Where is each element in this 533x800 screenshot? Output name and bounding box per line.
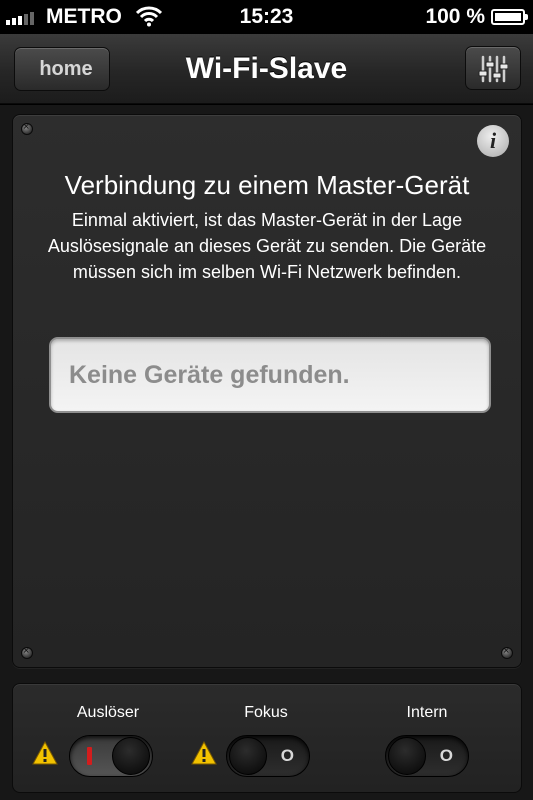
device-list-empty-text: Keine Geräte gefunden. — [69, 360, 350, 389]
trigger-controls: Auslöser Fokus O Intern O — [12, 683, 522, 793]
intern-toggle[interactable]: O — [385, 735, 469, 777]
page-title: Wi-Fi-Slave — [185, 52, 348, 85]
intern-label: Intern — [406, 704, 448, 721]
sliders-icon — [478, 55, 508, 83]
screw-icon — [21, 121, 33, 135]
info-icon[interactable]: i — [477, 125, 509, 157]
settings-button[interactable] — [465, 46, 521, 90]
screw-icon — [501, 645, 513, 659]
wifi-slave-panel: i Verbindung zu einem Master-Gerät Einma… — [12, 114, 522, 668]
toggle-knob — [112, 737, 150, 775]
device-list[interactable]: Keine Geräte gefunden. — [49, 337, 491, 413]
panel-description: Einmal aktiviert, ist das Master-Gerät i… — [47, 210, 487, 282]
navigation-bar: home Wi-Fi-Slave — [0, 34, 533, 104]
warning-icon — [32, 741, 58, 765]
battery-icon — [491, 9, 528, 25]
toggle-knob — [388, 737, 426, 775]
screw-icon — [21, 645, 33, 659]
toggle-off-indicator: O — [280, 746, 294, 765]
fokus-label: Fokus — [244, 704, 288, 721]
fokus-toggle[interactable]: O — [226, 735, 310, 777]
ausloeser-label: Auslöser — [76, 704, 140, 721]
panel-title: Verbindung zu einem Master-Gerät — [64, 170, 470, 200]
toggle-on-indicator — [87, 747, 92, 765]
status-bar: METRO 15:23 100 % — [0, 0, 533, 34]
warning-icon — [191, 741, 217, 765]
battery-percent: 100 % — [425, 5, 485, 28]
ausloeser-toggle[interactable] — [69, 735, 153, 777]
toggle-knob — [229, 737, 267, 775]
toggle-off-indicator: O — [439, 746, 453, 765]
